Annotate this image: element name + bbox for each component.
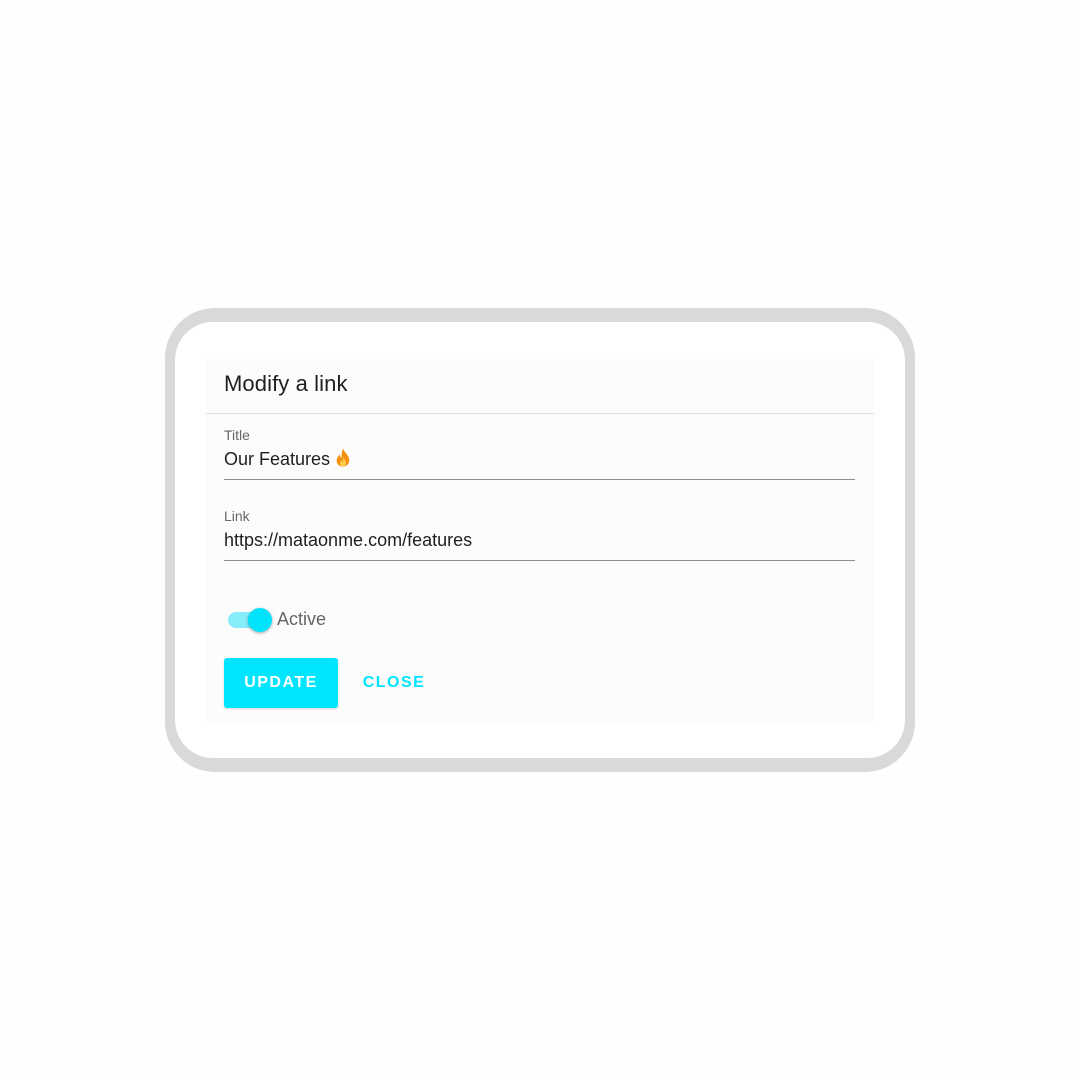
device-frame: Modify a link Title Our Features Link Ac… xyxy=(165,308,915,772)
modify-link-dialog: Modify a link Title Our Features Link Ac… xyxy=(206,359,874,723)
dialog-title: Modify a link xyxy=(224,371,348,396)
link-field-label: Link xyxy=(224,508,250,524)
title-field[interactable]: Title Our Features xyxy=(224,427,855,480)
active-toggle-row: Active xyxy=(226,604,326,634)
link-input[interactable] xyxy=(224,528,855,552)
close-button[interactable]: CLOSE xyxy=(352,658,436,708)
title-field-label: Title xyxy=(224,427,250,443)
dialog-header: Modify a link xyxy=(206,359,874,414)
fire-icon xyxy=(335,448,351,473)
active-toggle[interactable] xyxy=(226,605,272,633)
update-button[interactable]: UPDATE xyxy=(224,658,338,708)
active-toggle-label: Active xyxy=(277,608,327,629)
toggle-thumb[interactable] xyxy=(248,608,272,632)
title-input-value: Our Features xyxy=(224,449,331,469)
title-input[interactable]: Our Features xyxy=(224,447,855,473)
link-field[interactable]: Link xyxy=(224,508,855,561)
device-screen: Modify a link Title Our Features Link Ac… xyxy=(175,322,905,758)
